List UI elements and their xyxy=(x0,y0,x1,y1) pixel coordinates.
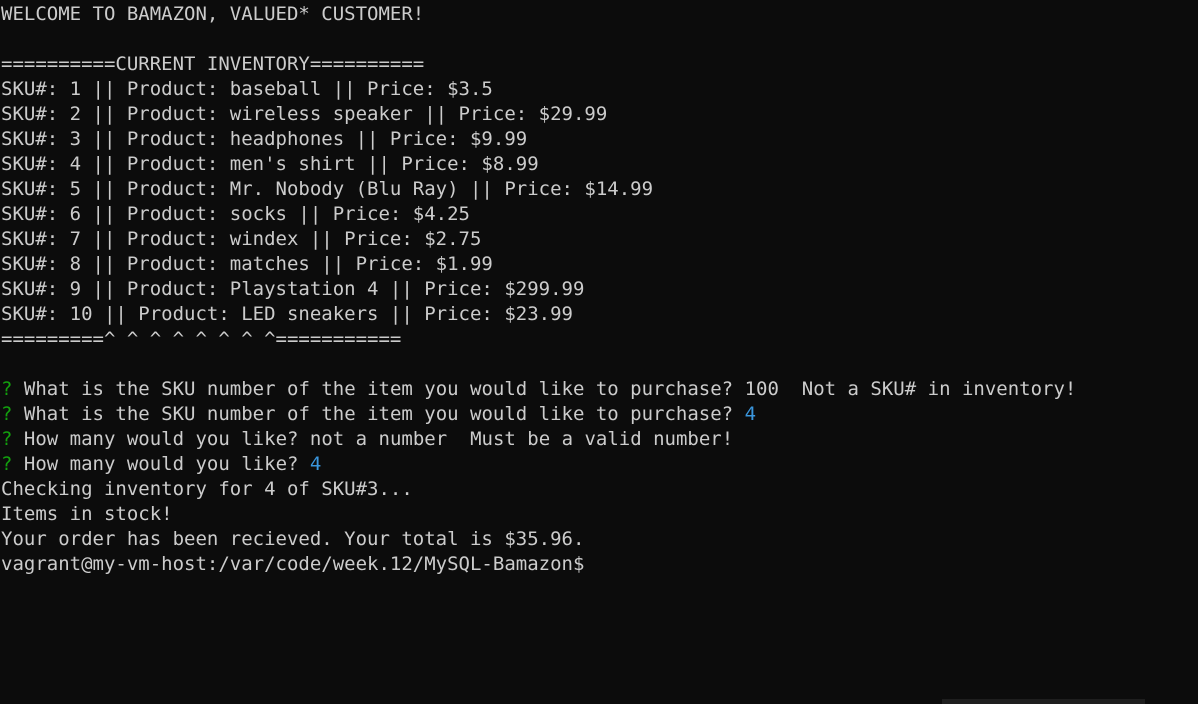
inventory-row: SKU#: 10 || Product: LED sneakers || Pri… xyxy=(1,303,573,325)
inventory-row: SKU#: 9 || Product: Playstation 4 || Pri… xyxy=(1,278,585,300)
inventory-row: SKU#: 2 || Product: wireless speaker || … xyxy=(1,103,608,125)
welcome-line: WELCOME TO BAMAZON, VALUED* CUSTOMER! xyxy=(1,3,425,25)
prompt-line: ? How many would you like? 4 xyxy=(1,452,1198,477)
prompt-line: ? What is the SKU number of the item you… xyxy=(1,402,1198,427)
inventory-footer: =========^ ^ ^ ^ ^ ^ ^ ^=========== xyxy=(1,328,402,350)
question-mark-icon: ? xyxy=(1,403,13,425)
inventory-row: SKU#: 4 || Product: men's shirt || Price… xyxy=(1,153,539,175)
prompt-line: ? What is the SKU number of the item you… xyxy=(1,377,1198,402)
inventory-row: SKU#: 3 || Product: headphones || Price:… xyxy=(1,128,528,150)
prompt-answer: 4 xyxy=(744,403,757,425)
prompt-answer: not a number xyxy=(309,428,448,450)
inventory-row: SKU#: 7 || Product: windex || Price: $2.… xyxy=(1,228,482,250)
inventory-row: SKU#: 5 || Product: Mr. Nobody (Blu Ray)… xyxy=(1,178,654,200)
output-line: Your order has been recieved. Your total… xyxy=(1,528,585,550)
horizontal-scrollbar[interactable] xyxy=(942,699,1145,704)
inventory-header: ==========CURRENT INVENTORY========== xyxy=(1,53,425,75)
prompt-answer: 100 xyxy=(744,378,779,400)
output-line: Items in stock! xyxy=(1,503,173,525)
inventory-row: SKU#: 1 || Product: baseball || Price: $… xyxy=(1,78,493,100)
terminal-window[interactable]: WELCOME TO BAMAZON, VALUED* CUSTOMER! ==… xyxy=(0,0,1198,704)
prompt-question: What is the SKU number of the item you w… xyxy=(23,403,734,425)
question-mark-icon: ? xyxy=(1,428,13,450)
question-mark-icon: ? xyxy=(1,453,13,475)
prompt-line: ? How many would you like? not a number … xyxy=(1,427,1198,452)
inventory-row: SKU#: 8 || Product: matches || Price: $1… xyxy=(1,253,493,275)
inventory-row: SKU#: 6 || Product: socks || Price: $4.2… xyxy=(1,203,470,225)
output-line: Checking inventory for 4 of SKU#3... xyxy=(1,478,413,500)
prompt-question: How many would you like? xyxy=(23,428,299,450)
prompt-error: Not a SKU# in inventory! xyxy=(801,378,1077,400)
shell-prompt[interactable]: vagrant@my-vm-host:/var/code/week.12/MyS… xyxy=(1,552,1198,577)
inventory-list: SKU#: 1 || Product: baseball || Price: $… xyxy=(1,77,1198,327)
prompt-question: What is the SKU number of the item you w… xyxy=(23,378,734,400)
prompt-question: How many would you like? xyxy=(23,453,299,475)
question-mark-icon: ? xyxy=(1,378,13,400)
prompt-error: Must be a valid number! xyxy=(470,428,734,450)
prompt-answer: 4 xyxy=(309,453,322,475)
